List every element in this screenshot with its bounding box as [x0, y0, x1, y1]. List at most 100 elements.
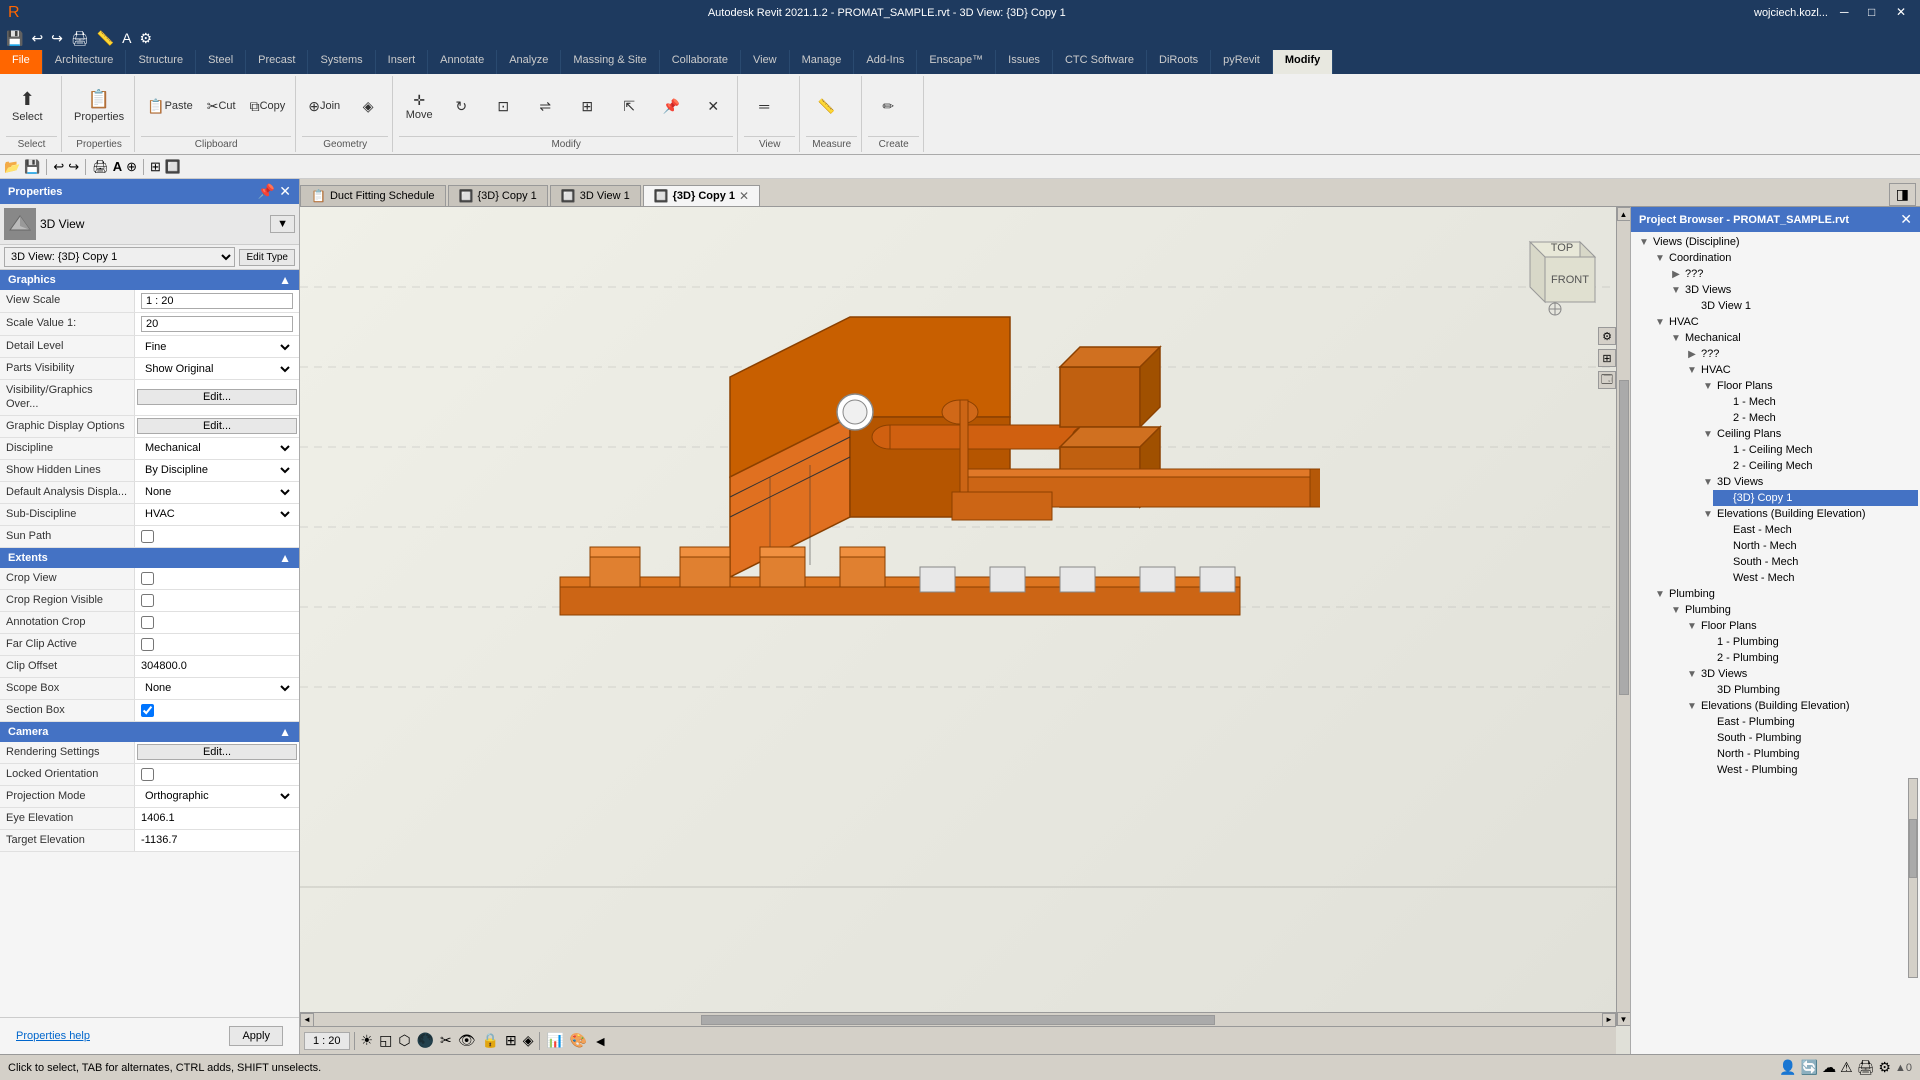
annotation-crop-checkbox[interactable] — [141, 616, 154, 629]
ribbon-btn-rotate[interactable]: ↻ — [441, 94, 481, 119]
nav-btn-sun[interactable]: ☀ — [359, 1030, 376, 1051]
section-box-checkbox[interactable] — [141, 704, 154, 717]
tree-3d-plumbing-item[interactable]: 3D Plumbing — [1697, 682, 1918, 698]
ribbon-btn-measure-dist[interactable]: 📏 — [806, 94, 846, 119]
tree-mechanical[interactable]: ▼ Mechanical — [1665, 330, 1918, 346]
detail-level-select[interactable]: FineMediumCoarse — [141, 340, 293, 354]
tab-modify[interactable]: Modify — [1273, 50, 1333, 74]
parts-visibility-select[interactable]: Show Original — [141, 362, 293, 376]
ribbon-btn-delete[interactable]: ✕ — [693, 94, 733, 119]
graphic-display-btn[interactable]: Edit... — [137, 418, 297, 434]
view-cube[interactable]: FRONT TOP — [1510, 227, 1600, 317]
status-settings[interactable]: ⚙ — [1878, 1059, 1891, 1076]
qat-redo[interactable]: ↪ — [49, 28, 65, 49]
view-settings-btn[interactable]: ⚙ — [1598, 327, 1616, 345]
tb-annotate2[interactable]: ⊕ — [126, 159, 137, 175]
projection-mode-select[interactable]: OrthographicPerspective — [141, 789, 293, 803]
view-select[interactable]: 3D View: {3D} Copy 1 — [4, 247, 235, 267]
ribbon-btn-thin-lines[interactable]: ═ — [744, 94, 784, 118]
hscroll-thumb[interactable] — [701, 1015, 1215, 1025]
tree-1-mech[interactable]: 1 - Mech — [1713, 394, 1918, 410]
section-collapse-graphics[interactable]: ▲ — [279, 273, 291, 287]
minimize-icon[interactable]: ─ — [1840, 5, 1856, 21]
viewport-settings[interactable]: ⚙ ⊞ 🗔 — [1598, 327, 1616, 389]
ribbon-btn-paste[interactable]: 📋 Paste — [141, 94, 199, 119]
nav-btn-analysis[interactable]: 📊 — [544, 1030, 565, 1051]
section-header-camera[interactable]: Camera ▲ — [0, 722, 299, 742]
nav-prev[interactable]: ◄ — [591, 1031, 609, 1051]
tb-redo[interactable]: ↪ — [68, 159, 79, 175]
view-zoom-btn[interactable]: ⊞ — [1598, 349, 1616, 367]
tab-architecture[interactable]: Architecture — [43, 50, 127, 74]
tree-2-mech[interactable]: 2 - Mech — [1713, 410, 1918, 426]
qat-settings[interactable]: ⚙ — [137, 28, 154, 49]
default-analysis-select[interactable]: None — [141, 485, 293, 499]
tab-duct-schedule[interactable]: 📋 Duct Fitting Schedule — [300, 185, 446, 206]
apply-button[interactable]: Apply — [229, 1026, 283, 1046]
vscroll-down[interactable]: ▼ — [1617, 1012, 1631, 1026]
nav-btn-display[interactable]: ⬡ — [396, 1030, 412, 1051]
qat-undo[interactable]: ↩ — [29, 28, 45, 49]
far-clip-active-checkbox[interactable] — [141, 638, 154, 651]
ribbon-btn-move[interactable]: ✛ Move — [399, 88, 439, 125]
ribbon-btn-join[interactable]: ⊕ Join — [302, 94, 346, 119]
tree-coord-misc[interactable]: ▶ ??? — [1665, 266, 1918, 282]
tab-file[interactable]: File — [0, 50, 43, 74]
tree-east-plumbing[interactable]: East - Plumbing — [1697, 714, 1918, 730]
view-3d-btn[interactable]: 🗔 — [1598, 371, 1616, 389]
rendering-settings-btn[interactable]: Edit... — [137, 744, 297, 760]
nav-btn-temp-hide[interactable]: 🔒 — [480, 1030, 501, 1051]
tree-1-plumbing[interactable]: 1 - Plumbing — [1697, 634, 1918, 650]
tree-west-plumbing[interactable]: West - Plumbing — [1697, 762, 1918, 778]
ribbon-btn-copy[interactable]: ⧉ Copy — [244, 94, 292, 119]
visibility-graphics-btn[interactable]: Edit... — [137, 389, 297, 405]
viewport-vscrollbar[interactable]: ▲ ▼ — [1616, 207, 1630, 1026]
tab-precast[interactable]: Precast — [246, 50, 308, 74]
ribbon-btn-select[interactable]: ⬆ Select — [6, 85, 49, 127]
tab-enscape[interactable]: Enscape™ — [917, 50, 996, 74]
qat-print[interactable]: 🖨 — [69, 28, 91, 49]
sun-path-checkbox[interactable] — [141, 530, 154, 543]
tree-coordination[interactable]: ▼ Coordination — [1649, 250, 1918, 266]
panel-dropdown-btn[interactable]: ▼ — [270, 215, 295, 233]
tree-plumbing-sub[interactable]: ▼ Plumbing — [1665, 602, 1918, 618]
tree-east-mech[interactable]: East - Mech — [1713, 522, 1918, 538]
tab-issues[interactable]: Issues — [996, 50, 1053, 74]
edit-type-btn[interactable]: Edit Type — [239, 249, 295, 266]
status-model-icon[interactable]: 👤 — [1779, 1059, 1796, 1076]
tb-print[interactable]: 🖨 — [92, 159, 109, 175]
nav-btn-hl[interactable]: 🎨 — [568, 1030, 589, 1051]
tab-close-btn[interactable]: ✕ — [739, 189, 749, 203]
ribbon-btn-offset[interactable]: ⊡ — [483, 94, 523, 119]
tab-view[interactable]: View — [741, 50, 790, 74]
scope-box-select[interactable]: None — [141, 681, 293, 695]
tree-1-ceiling-mech[interactable]: 1 - Ceiling Mech — [1713, 442, 1918, 458]
section-header-graphics[interactable]: Graphics ▲ — [0, 270, 299, 290]
tree-3d-views-mech[interactable]: ▼ 3D Views — [1697, 474, 1918, 490]
tree-north-plumbing[interactable]: North - Plumbing — [1697, 746, 1918, 762]
tree-2-plumbing[interactable]: 2 - Plumbing — [1697, 650, 1918, 666]
tree-west-mech[interactable]: West - Mech — [1713, 570, 1918, 586]
browser-vscroll[interactable] — [1908, 778, 1918, 978]
ribbon-btn-mirror[interactable]: ⇌ — [525, 94, 565, 119]
qat-annotate[interactable]: A — [120, 28, 133, 48]
tree-coord-3dviews[interactable]: ▼ 3D Views — [1665, 282, 1918, 298]
nav-btn-worksets[interactable]: ⊞ — [503, 1030, 519, 1051]
tab-3d-view1[interactable]: 🔲 3D View 1 — [550, 185, 641, 206]
tb-open[interactable]: 📂 — [4, 159, 20, 175]
tab-annotate[interactable]: Annotate — [428, 50, 497, 74]
vscroll-thumb[interactable] — [1619, 380, 1629, 696]
maximize-icon[interactable]: □ — [1868, 5, 1884, 21]
qat-save[interactable]: 💾 — [4, 28, 25, 49]
tab-3d-copy1-active[interactable]: 🔲 {3D} Copy 1 ✕ — [643, 185, 760, 206]
tab-analyze[interactable]: Analyze — [497, 50, 561, 74]
tab-ctc[interactable]: CTC Software — [1053, 50, 1147, 74]
nav-btn-crop[interactable]: ✂ — [438, 1030, 454, 1051]
tree-3d-plumbing[interactable]: ▼ 3D Views — [1681, 666, 1918, 682]
locked-orientation-checkbox[interactable] — [141, 768, 154, 781]
nav-btn-detail[interactable]: ◱ — [377, 1030, 394, 1051]
tree-floor-plans-hvac[interactable]: ▼ Floor Plans — [1697, 378, 1918, 394]
status-cloud[interactable]: ☁ — [1822, 1059, 1836, 1076]
tb-view-settings[interactable]: ⊞ — [150, 159, 161, 175]
tree-mech-misc[interactable]: ▶ ??? — [1681, 346, 1918, 362]
